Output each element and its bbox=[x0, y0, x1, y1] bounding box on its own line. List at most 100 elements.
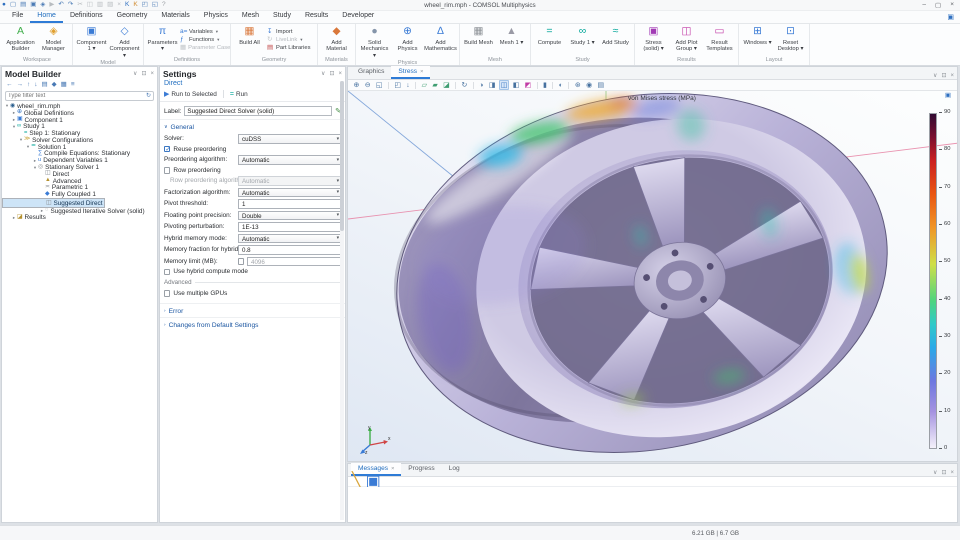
copy-icon[interactable]: ◫ bbox=[87, 2, 93, 9]
play-icon[interactable]: ▶ bbox=[49, 2, 54, 9]
move-up-icon[interactable]: ↑ bbox=[27, 82, 30, 89]
library-quick-icon[interactable]: K bbox=[133, 2, 137, 9]
ribbon-button-model-manager[interactable]: ◈Model Manager bbox=[38, 26, 69, 53]
print-icon[interactable]: ▤ bbox=[596, 80, 605, 90]
view-front-icon[interactable]: ▰ bbox=[431, 80, 439, 90]
ribbon-button-application-builder[interactable]: AApplication Builder bbox=[5, 26, 36, 53]
panel-menu-icon[interactable]: ∨ bbox=[933, 470, 937, 476]
menu-tab-materials[interactable]: Materials bbox=[154, 10, 196, 23]
model-manager-quick-icon[interactable]: K bbox=[125, 2, 129, 9]
dropdown-automatic[interactable]: Automatic▾ bbox=[238, 155, 341, 165]
zoom-selection-icon[interactable]: ◱ bbox=[152, 2, 158, 9]
ribbon-button-component-1[interactable]: ▣Component 1 ▾ bbox=[76, 26, 107, 53]
ribbon-button-mesh-1[interactable]: ▲Mesh 1 ▾ bbox=[496, 26, 527, 46]
forward-icon[interactable]: → bbox=[17, 82, 24, 89]
wireframe-rendering-icon[interactable]: ◫ bbox=[499, 80, 508, 90]
view-tab-stress[interactable]: Stress× bbox=[391, 66, 430, 79]
undo-icon[interactable]: ↶ bbox=[58, 2, 63, 9]
transparency-icon[interactable]: ◨ bbox=[487, 80, 496, 90]
duplicate-icon[interactable]: ▨ bbox=[107, 2, 113, 9]
section-header-general[interactable]: ∨General bbox=[160, 119, 345, 133]
reset-view-icon[interactable]: ↻ bbox=[460, 80, 469, 90]
menu-tab-mesh[interactable]: Mesh bbox=[235, 10, 266, 23]
ribbon-button-functions[interactable]: ƒFunctions▾ bbox=[180, 37, 227, 44]
close-panel-icon[interactable]: × bbox=[950, 73, 954, 79]
zoom-extents-icon[interactable]: ◰ bbox=[393, 80, 402, 90]
view-left-icon[interactable]: ▱ bbox=[420, 80, 428, 90]
setting-input-pivoting-perturbation[interactable] bbox=[238, 222, 341, 232]
go-to-view-icon[interactable]: ↓ bbox=[405, 81, 411, 90]
move-down-icon[interactable]: ↓ bbox=[34, 82, 37, 89]
close-panel-icon[interactable]: × bbox=[338, 71, 342, 77]
ribbon-button-result-templates[interactable]: ▭Result Templates bbox=[704, 26, 735, 53]
panel-menu-icon[interactable]: ∨ bbox=[133, 71, 137, 77]
zoom-window-icon[interactable]: ◰ bbox=[142, 2, 148, 9]
ribbon-button-add-mathematics[interactable]: ∆Add Mathematics bbox=[425, 26, 456, 53]
new-file-icon[interactable]: ▢ bbox=[10, 2, 16, 9]
section-header-error[interactable]: ›Error bbox=[160, 303, 345, 317]
ribbon-button-compute[interactable]: =Compute bbox=[534, 26, 565, 46]
zoom-in-icon[interactable]: ⊕ bbox=[352, 80, 361, 90]
ribbon-button-add-physics[interactable]: ⊕Add Physics bbox=[392, 26, 423, 53]
graphics-viewport[interactable]: von Mises stress (MPa) 90807060504030201… bbox=[348, 91, 957, 461]
expand-all-icon[interactable]: ≡ bbox=[71, 82, 75, 89]
dropdown-automatic[interactable]: Automatic▾ bbox=[238, 234, 341, 244]
cut-icon[interactable]: ✂ bbox=[77, 2, 82, 9]
checkbox[interactable] bbox=[164, 146, 170, 152]
open-file-icon[interactable]: ▤ bbox=[20, 2, 26, 9]
checkbox[interactable] bbox=[164, 167, 170, 173]
ribbon-button-add-plot-group[interactable]: ◫Add Plot Group ▾ bbox=[671, 26, 702, 53]
tree-item-suggested-direct-solver-solid[interactable]: ◫Suggested Direct Solver (solid) bbox=[2, 198, 105, 208]
tree-item-fully-coupled-1[interactable]: ◆Fully Coupled 1 bbox=[2, 191, 157, 198]
zoom-box-icon[interactable]: ◱ bbox=[374, 80, 383, 90]
ribbon-button-solid-mechanics[interactable]: ●Solid Mechanics ▾ bbox=[359, 26, 390, 59]
menu-tab-file[interactable]: File bbox=[5, 10, 30, 23]
scrollbar-thumb[interactable] bbox=[340, 81, 344, 231]
close-tab-icon[interactable]: × bbox=[391, 466, 394, 472]
checkbox[interactable] bbox=[164, 269, 170, 275]
ribbon-button-reset-desktop[interactable]: ⊡Reset Desktop ▾ bbox=[775, 26, 806, 53]
ribbon-button-study-1[interactable]: ∞Study 1 ▾ bbox=[567, 26, 598, 46]
ribbon-button-build-all[interactable]: ▦Build All bbox=[234, 26, 265, 46]
plot-settings-icon[interactable]: ▣ bbox=[945, 93, 951, 100]
run-to-selected-button[interactable]: ▶Run to Selected bbox=[164, 91, 217, 98]
close-panel-icon[interactable]: × bbox=[150, 71, 154, 77]
dropdown-automatic[interactable]: Automatic▾ bbox=[238, 188, 341, 198]
view-top-icon[interactable]: ◪ bbox=[442, 80, 451, 90]
ribbon-button-stress-solid[interactable]: ▣Stress (solid) ▾ bbox=[638, 26, 669, 53]
model-tree-node-icon[interactable]: ◆ bbox=[52, 82, 57, 89]
float-panel-icon[interactable]: ⊡ bbox=[941, 470, 946, 476]
ribbon-button-parameter-case[interactable]: ▦Parameter Case bbox=[180, 45, 227, 52]
checkbox[interactable] bbox=[238, 258, 244, 264]
messages-tab-progress[interactable]: Progress bbox=[401, 463, 441, 476]
ribbon-button-livelink[interactable]: ↻LiveLink▾ bbox=[267, 37, 314, 44]
clip-plane-icon[interactable]: ◧ bbox=[511, 80, 520, 90]
setting-input-memory-limit-mb[interactable] bbox=[247, 257, 341, 267]
panel-menu-icon[interactable]: ∨ bbox=[321, 71, 325, 77]
close-tab-icon[interactable]: × bbox=[420, 69, 423, 75]
dropdown-automatic[interactable]: Automatic▾ bbox=[238, 176, 341, 186]
view-tab-graphics[interactable]: Graphics bbox=[351, 66, 391, 79]
run-button[interactable]: =Run bbox=[230, 91, 248, 98]
tree-item-solver-configurations[interactable]: ▾≫Solver Configurations bbox=[2, 137, 157, 144]
panel-menu-icon[interactable]: ∨ bbox=[933, 73, 937, 79]
tree-item-stationary-solver-1[interactable]: ▾◎Stationary Solver 1 bbox=[2, 164, 157, 171]
ribbon-button-parameters[interactable]: πParameters ▾ bbox=[147, 26, 178, 53]
filter-input[interactable] bbox=[8, 93, 146, 99]
menu-tab-definitions[interactable]: Definitions bbox=[63, 10, 110, 23]
checkbox[interactable] bbox=[164, 290, 170, 296]
close-icon[interactable]: × bbox=[950, 1, 954, 9]
scene-light-icon[interactable]: ◑ bbox=[478, 81, 485, 90]
menu-tab-geometry[interactable]: Geometry bbox=[110, 10, 155, 23]
environment-icon[interactable]: ⊛ bbox=[573, 80, 582, 90]
menu-tab-results[interactable]: Results bbox=[298, 10, 335, 23]
ribbon-button-add-material[interactable]: ◆Add Material bbox=[321, 26, 352, 53]
float-panel-icon[interactable]: ⊡ bbox=[329, 71, 334, 77]
ribbon-button-variables[interactable]: a=Variables▾ bbox=[180, 29, 227, 36]
settings-scrollbar[interactable] bbox=[340, 81, 344, 520]
messages-tab-log[interactable]: Log bbox=[442, 463, 467, 476]
ribbon-button-windows[interactable]: ⊞Windows ▾ bbox=[742, 26, 773, 46]
snapshot-icon[interactable]: ◉ bbox=[585, 80, 594, 90]
label-input[interactable] bbox=[184, 106, 332, 116]
menu-tab-study[interactable]: Study bbox=[266, 10, 298, 23]
